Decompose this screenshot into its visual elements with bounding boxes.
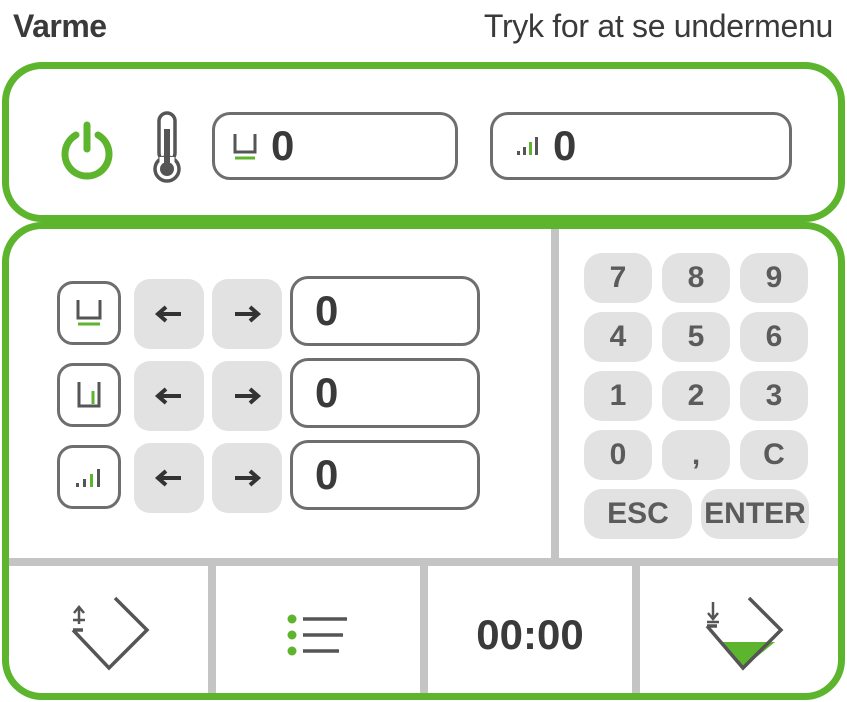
- value-text: 0: [315, 451, 339, 498]
- submenu-hint[interactable]: Tryk for at se undermenu: [484, 8, 833, 45]
- arrow-left-icon: [154, 387, 181, 405]
- tilt-up-button[interactable]: [9, 569, 208, 693]
- value-field[interactable]: 0: [290, 358, 480, 428]
- tilt-up-icon: [71, 596, 149, 671]
- timer-display: 00:00: [476, 610, 584, 658]
- arrow-left-icon: [154, 469, 181, 487]
- signal-field[interactable]: 0: [490, 112, 792, 180]
- decrease-button[interactable]: [134, 443, 204, 513]
- key-comma[interactable]: ,: [662, 430, 730, 480]
- value-text: 0: [315, 287, 339, 334]
- signal-icon: [76, 469, 100, 487]
- fill-level-icon: [77, 382, 101, 408]
- value-text: 0: [315, 369, 339, 416]
- timer-cell[interactable]: 00:00: [428, 569, 632, 693]
- menu-list-button[interactable]: [216, 569, 420, 693]
- divider: [420, 562, 428, 693]
- key-1[interactable]: 1: [584, 371, 652, 421]
- divider: [208, 562, 216, 693]
- key-3[interactable]: 3: [740, 371, 808, 421]
- value-field[interactable]: 0: [290, 440, 480, 510]
- level-mode-button[interactable]: [57, 281, 121, 345]
- key-9[interactable]: 9: [740, 253, 808, 303]
- increase-button[interactable]: [212, 443, 282, 513]
- key-clear[interactable]: C: [740, 430, 808, 480]
- level-field[interactable]: 0: [212, 112, 458, 180]
- key-esc[interactable]: ESC: [584, 489, 692, 539]
- list-icon: [287, 614, 347, 655]
- arrow-right-icon: [235, 387, 262, 405]
- key-5[interactable]: 5: [662, 312, 730, 362]
- key-4[interactable]: 4: [584, 312, 652, 362]
- fill-level-mode-button[interactable]: [57, 363, 121, 427]
- key-0[interactable]: 0: [584, 430, 652, 480]
- arrow-right-icon: [235, 305, 262, 323]
- page-title: Varme: [13, 8, 107, 44]
- increase-button[interactable]: [212, 279, 282, 349]
- signal-mode-button[interactable]: [57, 445, 121, 509]
- level-icon: [76, 300, 102, 326]
- key-7[interactable]: 7: [584, 253, 652, 303]
- arrow-left-icon: [154, 305, 181, 323]
- status-panel: 0 0: [2, 62, 845, 222]
- increase-button[interactable]: [212, 361, 282, 431]
- tilt-down-fill-icon: [705, 596, 783, 671]
- thermometer-icon: [153, 111, 181, 183]
- value-field[interactable]: 0: [290, 276, 480, 346]
- key-enter[interactable]: ENTER: [701, 489, 809, 539]
- key-6[interactable]: 6: [740, 312, 808, 362]
- power-icon[interactable]: [57, 121, 117, 181]
- decrease-button[interactable]: [134, 279, 204, 349]
- main-panel: 0 0 0 7 8 9 4 5 6 1 2 3 0 , C ESC ENTER …: [2, 222, 845, 700]
- divider: [632, 562, 640, 693]
- divider: [551, 229, 559, 562]
- tilt-down-button[interactable]: [640, 569, 838, 693]
- arrow-right-icon: [235, 469, 262, 487]
- signal-value: 0: [553, 122, 577, 169]
- key-8[interactable]: 8: [662, 253, 730, 303]
- key-2[interactable]: 2: [662, 371, 730, 421]
- level-value: 0: [271, 122, 295, 169]
- level-icon: [233, 134, 257, 160]
- signal-icon: [517, 137, 538, 155]
- decrease-button[interactable]: [134, 361, 204, 431]
